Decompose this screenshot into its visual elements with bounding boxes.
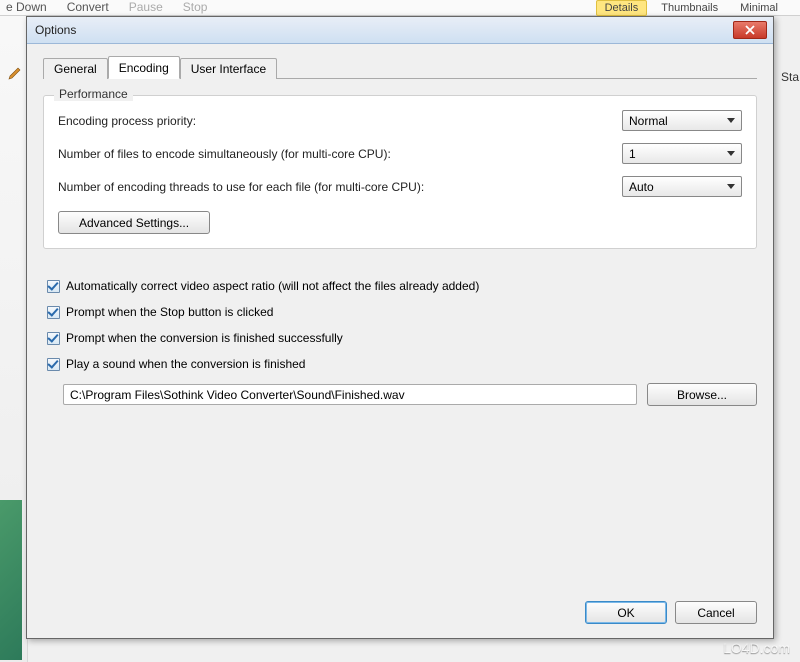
files-label: Number of files to encode simultaneously… bbox=[58, 147, 622, 161]
threads-label: Number of encoding threads to use for ea… bbox=[58, 180, 622, 194]
tab-encoding[interactable]: Encoding bbox=[108, 56, 180, 79]
toolbar-item-disabled: Stop bbox=[183, 0, 208, 15]
aspect-ratio-label: Automatically correct video aspect ratio… bbox=[66, 279, 479, 293]
sound-path-input[interactable]: C:\Program Files\Sothink Video Converter… bbox=[63, 384, 637, 405]
options-dialog: Options General Encoding User Interface … bbox=[26, 16, 774, 639]
tab-general[interactable]: General bbox=[43, 58, 108, 79]
performance-legend: Performance bbox=[54, 87, 133, 101]
dialog-footer: OK Cancel bbox=[585, 601, 757, 624]
view-tab-minimal[interactable]: Minimal bbox=[732, 1, 786, 15]
background-desktop-sliver bbox=[0, 500, 22, 660]
sound-path-value: C:\Program Files\Sothink Video Converter… bbox=[70, 388, 405, 402]
threads-value: Auto bbox=[629, 180, 727, 194]
play-sound-label: Play a sound when the conversion is fini… bbox=[66, 357, 305, 371]
priority-value: Normal bbox=[629, 114, 727, 128]
view-tab-details[interactable]: Details bbox=[596, 0, 648, 16]
background-right-label: Sta bbox=[781, 70, 799, 84]
tab-strip: General Encoding User Interface bbox=[43, 56, 757, 79]
browse-button[interactable]: Browse... bbox=[647, 383, 757, 406]
close-button[interactable] bbox=[733, 21, 767, 39]
watermark: LO4D.com bbox=[723, 640, 790, 656]
stop-prompt-checkbox[interactable] bbox=[47, 306, 60, 319]
ok-button[interactable]: OK bbox=[585, 601, 667, 624]
titlebar: Options bbox=[27, 17, 773, 44]
chevron-down-icon bbox=[727, 184, 735, 189]
finish-prompt-label: Prompt when the conversion is finished s… bbox=[66, 331, 343, 345]
finish-prompt-checkbox[interactable] bbox=[47, 332, 60, 345]
play-sound-checkbox[interactable] bbox=[47, 358, 60, 371]
dialog-title: Options bbox=[35, 23, 733, 37]
background-view-tabs: Details Thumbnails Minimal bbox=[596, 0, 786, 16]
toolbar-item[interactable]: Convert bbox=[67, 0, 109, 15]
toolbar-item[interactable]: e Down bbox=[6, 0, 47, 15]
cancel-button[interactable]: Cancel bbox=[675, 601, 757, 624]
stop-prompt-label: Prompt when the Stop button is clicked bbox=[66, 305, 273, 319]
files-value: 1 bbox=[629, 147, 727, 161]
threads-select[interactable]: Auto bbox=[622, 176, 742, 197]
priority-label: Encoding process priority: bbox=[58, 114, 622, 128]
aspect-ratio-checkbox[interactable] bbox=[47, 280, 60, 293]
priority-select[interactable]: Normal bbox=[622, 110, 742, 131]
close-icon bbox=[745, 25, 755, 35]
advanced-settings-button[interactable]: Advanced Settings... bbox=[58, 211, 210, 234]
view-tab-thumbnails[interactable]: Thumbnails bbox=[653, 1, 726, 15]
toolbar-item-disabled: Pause bbox=[129, 0, 163, 15]
tab-user-interface[interactable]: User Interface bbox=[180, 58, 277, 79]
files-select[interactable]: 1 bbox=[622, 143, 742, 164]
chevron-down-icon bbox=[727, 151, 735, 156]
performance-group: Performance Encoding process priority: N… bbox=[43, 95, 757, 249]
pencil-icon bbox=[8, 64, 24, 80]
chevron-down-icon bbox=[727, 118, 735, 123]
